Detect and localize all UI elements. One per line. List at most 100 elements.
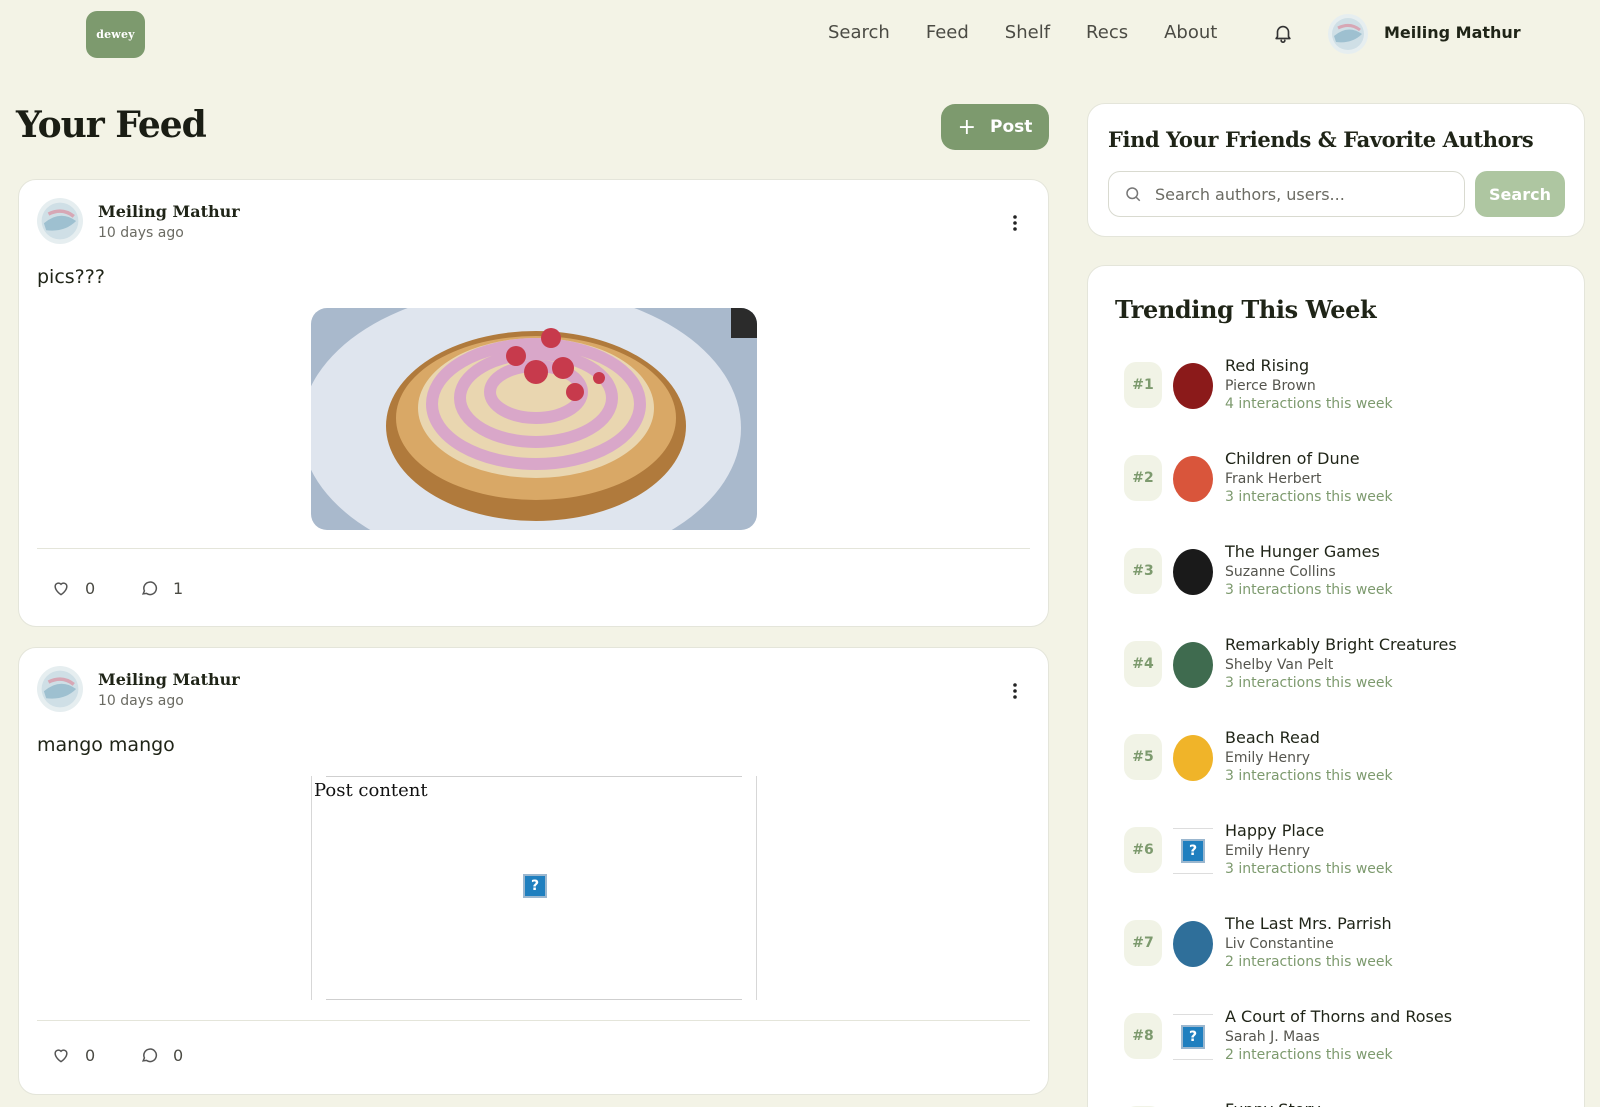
heart-icon bbox=[54, 1049, 68, 1063]
book-title: Beach Read bbox=[1225, 728, 1320, 747]
interaction-count: 3 interactions this week bbox=[1225, 582, 1393, 598]
post-author-name[interactable]: Meiling Mathur bbox=[98, 670, 240, 689]
book-title: The Last Mrs. Parrish bbox=[1225, 914, 1392, 933]
book-cover[interactable] bbox=[1173, 549, 1213, 595]
trending-item[interactable]: #7 The Last Mrs. Parrish Liv Constantine 2 … bbox=[1124, 914, 1564, 974]
trending-card: Trending This Week #1 Red Rising Pierce Br… bbox=[1087, 265, 1585, 1107]
interaction-count: 3 interactions this week bbox=[1225, 489, 1393, 505]
like-count: 0 bbox=[85, 578, 96, 598]
book-title: Red Rising bbox=[1225, 356, 1310, 375]
nav-about[interactable]: About bbox=[1164, 21, 1217, 45]
book-author: Frank Herbert bbox=[1225, 471, 1322, 487]
more-options-icon[interactable] bbox=[1012, 682, 1018, 700]
trending-rank: #6 bbox=[1124, 827, 1162, 873]
book-cover[interactable] bbox=[1173, 456, 1213, 502]
book-author: Suzanne Collins bbox=[1225, 564, 1336, 580]
book-cover[interactable] bbox=[1173, 921, 1213, 967]
book-title: Remarkably Bright Creatures bbox=[1225, 635, 1457, 654]
search-input[interactable] bbox=[1155, 172, 1455, 216]
find-friends-heading: Find Your Friends & Favorite Authors bbox=[1108, 127, 1534, 152]
book-cover[interactable] bbox=[1173, 642, 1213, 688]
search-field[interactable] bbox=[1108, 171, 1465, 217]
bell-icon[interactable] bbox=[1272, 22, 1294, 44]
interaction-count: 4 interactions this week bbox=[1225, 396, 1393, 412]
like-button[interactable]: 0 bbox=[51, 578, 95, 598]
trending-rank: #2 bbox=[1124, 455, 1162, 501]
post-timestamp: 10 days ago bbox=[98, 693, 184, 709]
trending-item[interactable]: #4 Remarkably Bright Creatures Shelby Van … bbox=[1124, 635, 1564, 695]
book-author: Emily Henry bbox=[1225, 750, 1311, 766]
post-author-name[interactable]: Meiling Mathur bbox=[98, 202, 240, 221]
like-button[interactable]: 0 bbox=[51, 1045, 95, 1065]
find-friends-card: Find Your Friends & Favorite Authors Sea… bbox=[1087, 103, 1585, 237]
book-author: Liv Constantine bbox=[1225, 936, 1334, 952]
book-title: A Court of Thorns and Roses bbox=[1225, 1007, 1453, 1026]
interaction-count: 2 interactions this week bbox=[1225, 954, 1393, 970]
post-image[interactable] bbox=[311, 308, 757, 530]
book-title: The Hunger Games bbox=[1225, 542, 1380, 561]
book-author: Sarah J. Maas bbox=[1225, 1029, 1320, 1045]
main-nav: Search Feed Shelf Recs About bbox=[828, 21, 1253, 45]
book-title: Happy Place bbox=[1225, 821, 1325, 840]
nav-feed[interactable]: Feed bbox=[926, 21, 969, 45]
trending-item[interactable]: #8? A Court of Thorns and Roses Sarah J. M… bbox=[1124, 1007, 1564, 1067]
image-alt-text: Post content bbox=[314, 780, 428, 801]
comment-button[interactable]: 0 bbox=[139, 1045, 183, 1065]
post-divider bbox=[37, 1020, 1030, 1021]
trending-item[interactable]: #5 Beach Read Emily Henry 3 interactions th… bbox=[1124, 728, 1564, 788]
trending-item[interactable]: #1 Red Rising Pierce Brown 4 interactions t… bbox=[1124, 356, 1564, 416]
book-author: Emily Henry bbox=[1225, 843, 1311, 859]
post-author-avatar[interactable] bbox=[37, 198, 83, 244]
heart-icon bbox=[54, 582, 68, 596]
trending-rank: #1 bbox=[1124, 362, 1162, 408]
nav-shelf[interactable]: Shelf bbox=[1005, 21, 1050, 45]
page-title: Your Feed bbox=[16, 104, 207, 146]
more-options-icon[interactable] bbox=[1012, 214, 1018, 232]
book-author: Shelby Van Pelt bbox=[1225, 657, 1334, 673]
trending-rank: #8 bbox=[1124, 1013, 1162, 1059]
post-text: pics??? bbox=[37, 266, 105, 288]
book-title: Funny Story bbox=[1225, 1100, 1321, 1107]
comment-count: 1 bbox=[173, 578, 184, 598]
trending-rank: #4 bbox=[1124, 641, 1162, 687]
search-button[interactable]: Search bbox=[1475, 171, 1565, 217]
new-post-button[interactable]: + Post bbox=[941, 104, 1049, 150]
post-text: mango mango bbox=[37, 734, 175, 756]
trending-rank: #7 bbox=[1124, 920, 1162, 966]
trending-rank: #5 bbox=[1124, 734, 1162, 780]
comment-icon bbox=[141, 581, 158, 596]
trending-rank: #3 bbox=[1124, 548, 1162, 594]
nav-recs[interactable]: Recs bbox=[1086, 21, 1128, 45]
missing-image-icon: ? bbox=[523, 874, 547, 898]
user-avatar[interactable] bbox=[1328, 14, 1368, 54]
post-author-avatar[interactable] bbox=[37, 666, 83, 712]
trending-item[interactable]: #6? Happy Place Emily Henry 3 interactions … bbox=[1124, 821, 1564, 881]
trending-item[interactable]: #9Funny Story bbox=[1124, 1100, 1564, 1107]
missing-image-icon: ? bbox=[1181, 1025, 1205, 1049]
book-cover[interactable]: ? bbox=[1173, 828, 1213, 874]
user-name[interactable]: Meiling Mathur bbox=[1384, 22, 1521, 44]
comment-button[interactable]: 1 bbox=[139, 578, 183, 598]
search-icon bbox=[1126, 187, 1141, 202]
post-card: Meiling Mathur 10 days ago mango mango P… bbox=[18, 647, 1049, 1095]
interaction-count: 3 interactions this week bbox=[1225, 675, 1393, 691]
comment-icon bbox=[141, 1048, 158, 1063]
trending-item[interactable]: #2 Children of Dune Frank Herbert 3 interac… bbox=[1124, 449, 1564, 509]
book-author: Pierce Brown bbox=[1225, 378, 1316, 394]
dewey-logo[interactable]: dewey bbox=[86, 11, 145, 58]
missing-image-icon: ? bbox=[1181, 839, 1205, 863]
broken-post-image[interactable]: Post content ? bbox=[311, 776, 757, 1000]
post-timestamp: 10 days ago bbox=[98, 225, 184, 241]
post-card: Meiling Mathur 10 days ago pics??? 0 1 bbox=[18, 179, 1049, 627]
like-count: 0 bbox=[85, 1045, 96, 1065]
book-cover[interactable] bbox=[1173, 363, 1213, 409]
interaction-count: 3 interactions this week bbox=[1225, 861, 1393, 877]
new-post-label: Post bbox=[990, 117, 1033, 137]
book-cover[interactable]: ? bbox=[1173, 1014, 1213, 1060]
interaction-count: 3 interactions this week bbox=[1225, 768, 1393, 784]
trending-item[interactable]: #3 The Hunger Games Suzanne Collins 3 inter… bbox=[1124, 542, 1564, 602]
trending-heading: Trending This Week bbox=[1115, 295, 1377, 324]
book-cover[interactable] bbox=[1173, 735, 1213, 781]
nav-search[interactable]: Search bbox=[828, 21, 890, 45]
comment-count: 0 bbox=[173, 1045, 184, 1065]
